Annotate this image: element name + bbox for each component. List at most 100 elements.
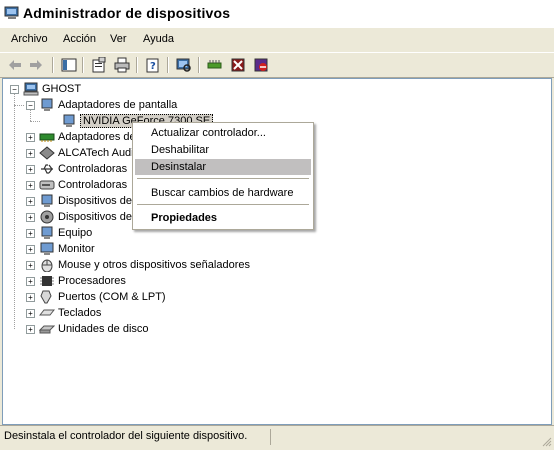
tree-root[interactable]: − GHOST (10, 81, 82, 97)
tree-item-label: Controladoras (58, 163, 128, 175)
expand-toggle[interactable]: + (26, 245, 35, 254)
tree-item-label: Procesadores (58, 275, 126, 287)
tree-item-storage-controllers[interactable]: + Controladoras (26, 177, 128, 193)
toolbar-separator (198, 57, 200, 73)
tree-item-label: Mouse y otros dispositivos señaladores (58, 259, 250, 271)
context-scan-hardware[interactable]: Buscar cambios de hardware (135, 185, 311, 201)
help-icon[interactable]: ? (144, 56, 162, 74)
tree-item-monitor[interactable]: + Monitor (26, 241, 95, 257)
display-adapter-icon (39, 98, 55, 112)
properties-icon[interactable] (90, 56, 108, 74)
network-card-icon (39, 130, 55, 144)
expand-toggle[interactable]: + (26, 213, 35, 222)
resize-grip-icon[interactable] (540, 435, 552, 447)
processor-icon (39, 274, 55, 288)
status-text: Desinstala el controlador del siguiente … (4, 430, 248, 442)
toolbar: ? (0, 52, 554, 78)
context-separator (137, 178, 309, 179)
svg-text:?: ? (150, 61, 156, 72)
port-icon (39, 290, 55, 304)
tree-item-label: ALCATech Audio (58, 147, 140, 159)
tree-item-label: Puertos (COM & LPT) (58, 291, 166, 303)
device-manager-window: Administrador de dispositivos Archivo Ac… (0, 0, 554, 448)
expand-toggle[interactable]: + (26, 325, 35, 334)
computer-icon (4, 6, 20, 20)
tree-item-mouse[interactable]: + Mouse y otros dispositivos señaladores (26, 257, 250, 273)
tree-item-ports[interactable]: + Puertos (COM & LPT) (26, 289, 166, 305)
tree-line (30, 121, 40, 122)
tree-item-audio[interactable]: + ALCATech Audio (26, 145, 140, 161)
device-icon (39, 194, 55, 208)
status-bar: Desinstala el controlador del siguiente … (0, 425, 554, 449)
tree-item-label: Dispositivos de (58, 211, 132, 223)
menu-accion[interactable]: Acción (62, 33, 97, 45)
context-menu: Actualizar controlador... Deshabilitar D… (132, 122, 314, 230)
tree-item-label: Unidades de disco (58, 323, 149, 335)
disk-controller-icon (39, 178, 55, 192)
update-driver-icon[interactable] (206, 56, 224, 74)
sound-device-icon (39, 210, 55, 224)
expand-toggle[interactable]: + (26, 197, 35, 206)
tree-item-disk-drives[interactable]: + Unidades de disco (26, 321, 149, 337)
tree-item-label: Controladoras (58, 179, 128, 191)
tree-item-usb-controllers[interactable]: + Controladoras (26, 161, 128, 177)
disable-device-icon[interactable] (252, 56, 270, 74)
expand-toggle[interactable]: + (26, 165, 35, 174)
menu-archivo[interactable]: Archivo (10, 33, 49, 45)
window-title: Administrador de dispositivos (23, 5, 231, 21)
expand-toggle[interactable]: + (26, 293, 35, 302)
tree-item-label: Dispositivos de (58, 195, 132, 207)
tree-item-label: Monitor (58, 243, 95, 255)
tree-item-processors[interactable]: + Procesadores (26, 273, 126, 289)
context-uninstall[interactable]: Desinstalar (135, 159, 311, 175)
toolbar-separator (136, 57, 138, 73)
tree-root-label: GHOST (42, 83, 82, 95)
sound-icon (39, 146, 55, 160)
tree-line (14, 89, 15, 329)
mouse-icon (39, 258, 55, 273)
usb-icon (39, 162, 55, 176)
expand-toggle[interactable]: + (26, 277, 35, 286)
display-adapter-icon (61, 114, 77, 128)
menu-ver[interactable]: Ver (109, 33, 128, 45)
disk-drive-icon (38, 322, 56, 336)
context-disable[interactable]: Deshabilitar (135, 142, 311, 158)
tree-item-display-adapters[interactable]: − Adaptadores de pantalla (26, 97, 178, 113)
expand-toggle[interactable]: + (26, 149, 35, 158)
tree-item-devices-2[interactable]: + Dispositivos de (26, 209, 132, 225)
tree-item-devices-1[interactable]: + Dispositivos de (26, 193, 132, 209)
toolbar-separator (167, 57, 169, 73)
context-update-driver[interactable]: Actualizar controlador... (135, 125, 311, 141)
back-arrow-icon[interactable] (6, 56, 24, 74)
context-separator (137, 204, 309, 205)
expand-toggle[interactable]: + (26, 229, 35, 238)
tree-item-computer[interactable]: + Equipo (26, 225, 93, 241)
toolbar-separator (82, 57, 84, 73)
toolbar-separator (52, 57, 54, 73)
computer-icon (23, 82, 39, 96)
keyboard-icon (38, 306, 56, 320)
menu-ayuda[interactable]: Ayuda (142, 33, 175, 45)
computer-icon (39, 226, 55, 240)
tree-line (14, 105, 24, 106)
context-properties[interactable]: Propiedades (135, 210, 311, 226)
collapse-toggle[interactable]: − (26, 101, 35, 110)
tree-item-label: Teclados (58, 307, 102, 319)
forward-arrow-icon[interactable] (27, 56, 45, 74)
tree-item-keyboards[interactable]: + Teclados (26, 305, 102, 321)
print-icon[interactable] (113, 56, 131, 74)
expand-toggle[interactable]: + (26, 133, 35, 142)
uninstall-icon[interactable] (229, 56, 247, 74)
tree-item-label: Adaptadores de pantalla (58, 99, 178, 111)
title-bar[interactable]: Administrador de dispositivos (0, 0, 554, 28)
menu-bar: Archivo Acción Ver Ayuda (0, 30, 554, 50)
collapse-toggle[interactable]: − (10, 85, 19, 94)
monitor-icon (39, 242, 55, 256)
status-divider (270, 429, 271, 445)
tree-item-label: Equipo (58, 227, 93, 239)
scan-hardware-icon[interactable] (175, 56, 193, 74)
expand-toggle[interactable]: + (26, 181, 35, 190)
show-hide-tree-icon[interactable] (60, 56, 78, 74)
expand-toggle[interactable]: + (26, 261, 35, 270)
expand-toggle[interactable]: + (26, 309, 35, 318)
